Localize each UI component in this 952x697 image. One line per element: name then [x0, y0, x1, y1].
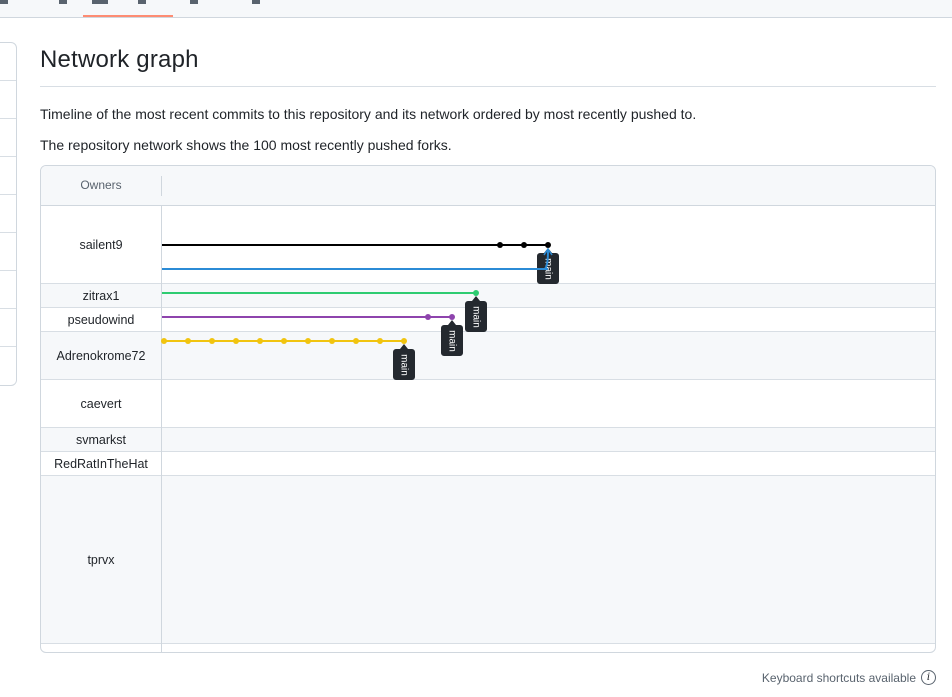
commit-dot[interactable]	[449, 314, 455, 320]
insights-side-menu	[0, 42, 17, 386]
owner-name[interactable]: svmarkst	[76, 433, 127, 447]
nav-tab-fragment[interactable]	[59, 0, 67, 4]
branch-label-main[interactable]: main	[441, 320, 463, 356]
nav-tab-insights[interactable]	[92, 0, 108, 4]
menu-divider	[0, 194, 16, 195]
owner-name[interactable]: caevert	[81, 397, 123, 411]
keyboard-shortcuts-link[interactable]: Keyboard shortcuts available i	[762, 670, 936, 685]
branch-label-main[interactable]: main	[465, 296, 487, 332]
commit-dot[interactable]	[545, 242, 551, 248]
network-graph[interactable]: Owners sailent9 zitrax1 pseudowind Adrenokro…	[40, 165, 936, 653]
branch-label-text: main	[398, 354, 409, 376]
branch-label-text: main	[446, 330, 457, 352]
menu-divider	[0, 118, 16, 119]
owner-row-band	[41, 476, 935, 644]
commit-dot[interactable]	[377, 338, 383, 344]
selected-tab-indicator	[83, 15, 173, 17]
commit-dot[interactable]	[281, 338, 287, 344]
owner-name[interactable]: tprvx	[87, 553, 115, 567]
network-description: Timeline of the most recent commits to t…	[40, 106, 697, 122]
owners-header-bar	[41, 166, 935, 206]
nav-tab-fragment[interactable]	[252, 0, 260, 4]
commit-dot[interactable]	[257, 338, 263, 344]
owner-name[interactable]: Adrenokrome72	[57, 349, 146, 363]
network-graph-canvas[interactable]: Owners sailent9 zitrax1 pseudowind Adrenokro…	[41, 166, 935, 652]
commit-dot[interactable]	[473, 290, 479, 296]
menu-divider	[0, 346, 16, 347]
owners-header-label: Owners	[80, 178, 121, 192]
owner-row-band	[41, 284, 935, 308]
owners-column-divider	[161, 206, 162, 652]
owner-row-band	[41, 428, 935, 452]
commit-dot[interactable]	[425, 314, 431, 320]
commit-dot[interactable]	[305, 338, 311, 344]
title-divider	[40, 86, 936, 87]
menu-divider	[0, 232, 16, 233]
menu-divider	[0, 308, 16, 309]
menu-divider	[0, 156, 16, 157]
nav-tab-fragment[interactable]	[190, 0, 198, 4]
commit-dot[interactable]	[353, 338, 359, 344]
owner-name[interactable]: sailent9	[79, 238, 122, 252]
commit-dot[interactable]	[497, 242, 503, 248]
commit-dot[interactable]	[209, 338, 215, 344]
owner-name[interactable]: RedRatInTheHat	[54, 457, 148, 471]
merge-connector	[162, 249, 549, 270]
network-forks-note: The repository network shows the 100 mos…	[40, 137, 452, 153]
nav-tab-fragment[interactable]	[138, 0, 146, 4]
commit-dot[interactable]	[521, 242, 527, 248]
commit-dot[interactable]	[185, 338, 191, 344]
owner-name[interactable]: zitrax1	[83, 289, 120, 303]
menu-divider	[0, 270, 16, 271]
owner-name[interactable]: pseudowind	[68, 313, 135, 327]
repo-nav-bar	[0, 0, 952, 18]
commit-dot[interactable]	[233, 338, 239, 344]
commit-dot[interactable]	[161, 338, 167, 344]
branch-label-text: main	[470, 306, 481, 328]
nav-tab-fragment[interactable]	[0, 0, 8, 4]
commit-dot[interactable]	[329, 338, 335, 344]
menu-divider	[0, 80, 16, 81]
page-title: Network graph	[40, 46, 199, 73]
branch-label-main[interactable]: main	[393, 344, 415, 380]
commit-dot[interactable]	[401, 338, 407, 344]
keyboard-shortcuts-label: Keyboard shortcuts available	[761, 670, 916, 685]
info-icon[interactable]: i	[921, 670, 936, 685]
owner-row-band	[41, 332, 935, 380]
